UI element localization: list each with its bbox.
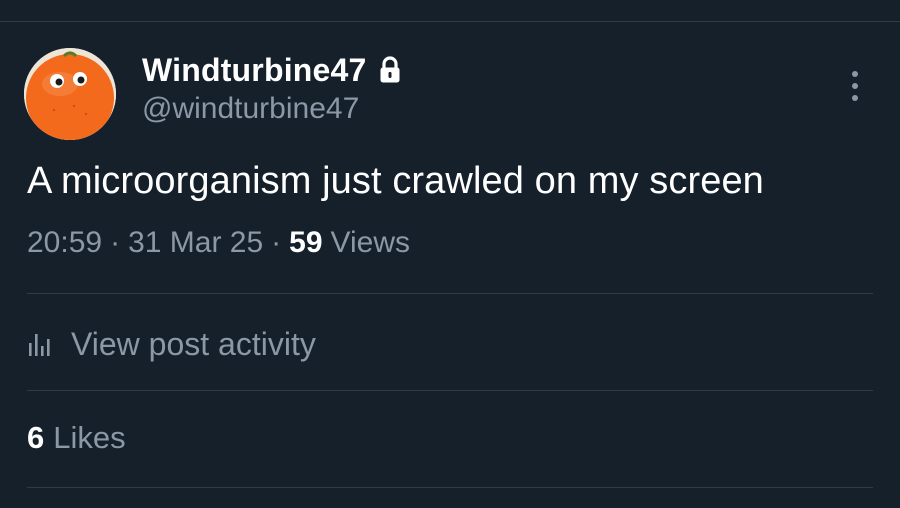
top-divider: [0, 21, 900, 22]
avatar-image: [24, 48, 116, 140]
post-date[interactable]: 31 Mar 25: [128, 226, 263, 260]
views-count: 59: [289, 226, 323, 259]
bar-chart-icon: [27, 331, 57, 357]
avatar[interactable]: [24, 48, 116, 140]
author-name-row: Windturbine47: [142, 50, 401, 90]
divider: [27, 390, 873, 391]
author-handle[interactable]: @windturbine47: [142, 92, 359, 126]
post-time[interactable]: 20:59: [27, 226, 102, 260]
post-meta: 20:59 · 31 Mar 25 · 59 Views: [27, 226, 410, 260]
meta-separator: ·: [110, 226, 121, 259]
author-display-name[interactable]: Windturbine47: [142, 52, 367, 89]
divider: [27, 293, 873, 294]
likes-label: Likes: [53, 420, 126, 455]
more-vertical-icon[interactable]: [840, 66, 870, 106]
lock-icon: [379, 56, 401, 84]
post-text: A microorganism just crawled on my scree…: [27, 160, 764, 202]
meta-separator: ·: [271, 226, 282, 259]
likes-count: 6: [27, 420, 45, 455]
view-post-activity-label: View post activity: [71, 325, 316, 362]
divider: [27, 487, 873, 488]
views-label: Views: [330, 226, 411, 259]
likes-link[interactable]: 6 Likes: [27, 420, 126, 456]
view-post-activity-button[interactable]: View post activity: [27, 322, 316, 366]
